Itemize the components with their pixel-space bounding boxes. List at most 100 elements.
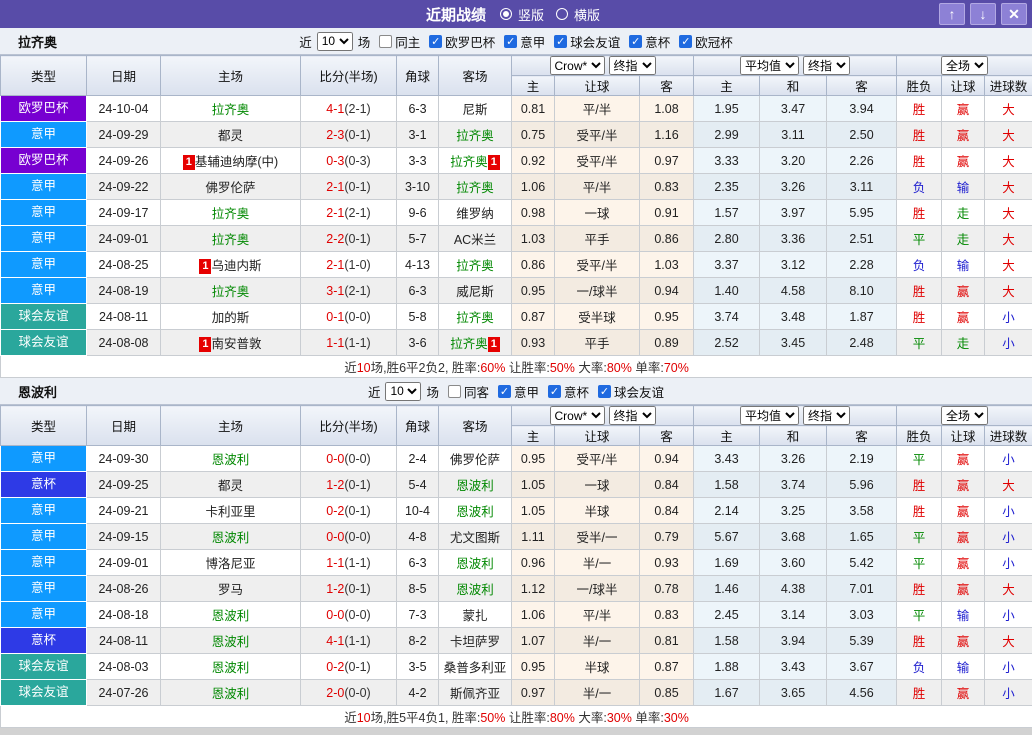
home-team-cell: 拉齐奥 [161,226,301,252]
handicap-odds-cell: 0.96 [512,550,555,576]
outcome-cell: 赢 [942,278,985,304]
up-arrow-icon: ↑ [949,6,956,22]
home-team-cell: 佛罗伦萨 [161,174,301,200]
recent-count-select[interactable]: 10 [385,382,421,401]
league-badge: 意甲 [1,226,86,251]
league-checkbox[interactable]: ✓ [679,35,692,48]
outcome-cell: 大 [985,472,1032,498]
handicap-odds-cell: 1.12 [512,576,555,602]
fulltime-score: 0-0 [326,608,344,622]
bookmaker-select[interactable]: Crow* [550,406,605,425]
average-select[interactable]: 平均值 [740,406,799,425]
sub-column-header: 主 [694,76,760,96]
layout-horizontal-radio[interactable] [556,8,568,20]
league-type-cell: 球会友谊 [1,680,87,706]
fulltime-score: 0-0 [326,530,344,544]
fulltime-score: 0-1 [326,310,344,324]
away-team-name: 斯佩齐亚 [450,687,500,701]
away-team-cell: 拉齐奥1 [439,330,512,356]
average-odds-cell: 3.94 [760,628,827,654]
layout-vertical-radio[interactable] [500,8,512,20]
outcome-cell: 胜 [897,680,942,706]
handicap-odds-cell: 0.95 [512,654,555,680]
average-odds-cell: 2.99 [694,122,760,148]
filter-controls: 近10场同主✓欧罗巴杯✓意甲✓球会友谊✓意杯✓欧冠杯 [299,32,733,51]
corners-cell: 8-2 [397,628,439,654]
handicap-odds-cell: 0.87 [640,654,694,680]
home-team-name: 佛罗伦萨 [205,181,255,195]
outcome-cell: 负 [897,174,942,200]
league-badge: 意甲 [1,122,86,147]
corners-cell: 4-2 [397,680,439,706]
average-odds-cell: 3.97 [760,200,827,226]
games-label: 场 [426,382,439,401]
final-index-select[interactable]: 终指 [609,56,656,75]
outcome-cell: 大 [985,174,1032,200]
scroll-down-button[interactable]: ↓ [970,3,996,25]
close-button[interactable]: ✕ [1001,3,1027,25]
league-checkbox[interactable]: ✓ [598,385,611,398]
league-checkbox[interactable]: ✓ [504,35,517,48]
average-select[interactable]: 平均值 [740,56,799,75]
league-checkbox[interactable]: ✓ [554,35,567,48]
team-section-1: 拉齐奥近10场同主✓欧罗巴杯✓意甲✓球会友谊✓意杯✓欧冠杯类型日期主场比分(半场… [0,28,1032,378]
outcome-cell: 赢 [942,304,985,330]
fulltime-select[interactable]: 全场 [941,406,988,425]
outcome-cell: 赢 [942,498,985,524]
league-checkbox[interactable]: ✓ [548,385,561,398]
outcome-cell: 大 [985,252,1032,278]
halftime-score: (0-1) [344,660,370,674]
halftime-score: (0-0) [344,608,370,622]
same-venue-checkbox[interactable] [379,35,392,48]
column-header: 比分(半场) [301,406,397,446]
corners-cell: 3-1 [397,122,439,148]
league-filter-label: 欧冠杯 [695,32,733,51]
handicap-odds-cell: 1.06 [512,174,555,200]
average-odds-cell: 3.36 [760,226,827,252]
recent-count-select[interactable]: 10 [317,32,353,51]
final-index-select-2[interactable]: 终指 [803,406,850,425]
corners-cell: 4-13 [397,252,439,278]
league-badge: 球会友谊 [1,304,86,329]
away-team-name: 恩波利 [456,557,494,571]
outcome-cell: 输 [942,654,985,680]
sub-column-header: 进球数 [985,426,1032,446]
league-type-cell: 球会友谊 [1,654,87,680]
corners-cell: 5-4 [397,472,439,498]
bookmaker-select[interactable]: Crow* [550,56,605,75]
down-arrow-icon: ↓ [980,6,987,22]
league-checkbox[interactable]: ✓ [429,35,442,48]
home-team-cell: 恩波利 [161,654,301,680]
away-team-name: 威尼斯 [456,285,494,299]
halftime-score: (1-1) [344,336,370,350]
handicap-odds-cell: 1.11 [512,524,555,550]
home-team-cell: 都灵 [161,122,301,148]
final-index-select-2[interactable]: 终指 [803,56,850,75]
handicap-odds-cell: 0.94 [640,446,694,472]
league-checkbox[interactable]: ✓ [498,385,511,398]
league-type-cell: 意甲 [1,226,87,252]
away-team-name: 拉齐奥 [450,155,488,169]
final-index-select[interactable]: 终指 [609,406,656,425]
fulltime-select[interactable]: 全场 [941,56,988,75]
league-checkbox[interactable]: ✓ [629,35,642,48]
average-odds-cell: 3.48 [760,304,827,330]
average-odds-cell: 1.46 [694,576,760,602]
home-team-cell: 1基辅迪纳摩(中) [161,148,301,174]
score-cell: 1-1(1-1) [301,330,397,356]
corners-cell: 9-6 [397,200,439,226]
fulltime-score: 0-2 [326,504,344,518]
outcome-cell: 平 [897,602,942,628]
scroll-up-button[interactable]: ↑ [939,3,965,25]
date-cell: 24-09-25 [87,472,161,498]
average-odds-cell: 3.12 [760,252,827,278]
handicap-odds-cell: 0.93 [512,330,555,356]
match-row: 意甲24-09-17拉齐奥2-1(2-1)9-6维罗纳0.98一球0.911.5… [1,200,1032,226]
same-venue-checkbox[interactable] [448,385,461,398]
column-header: 类型 [1,406,87,446]
handicap-odds-cell: 0.84 [640,472,694,498]
outcome-cell: 大 [985,278,1032,304]
away-team-name: 蒙扎 [462,609,487,623]
outcome-cell: 大 [985,226,1032,252]
handicap-odds-cell: 0.94 [640,278,694,304]
